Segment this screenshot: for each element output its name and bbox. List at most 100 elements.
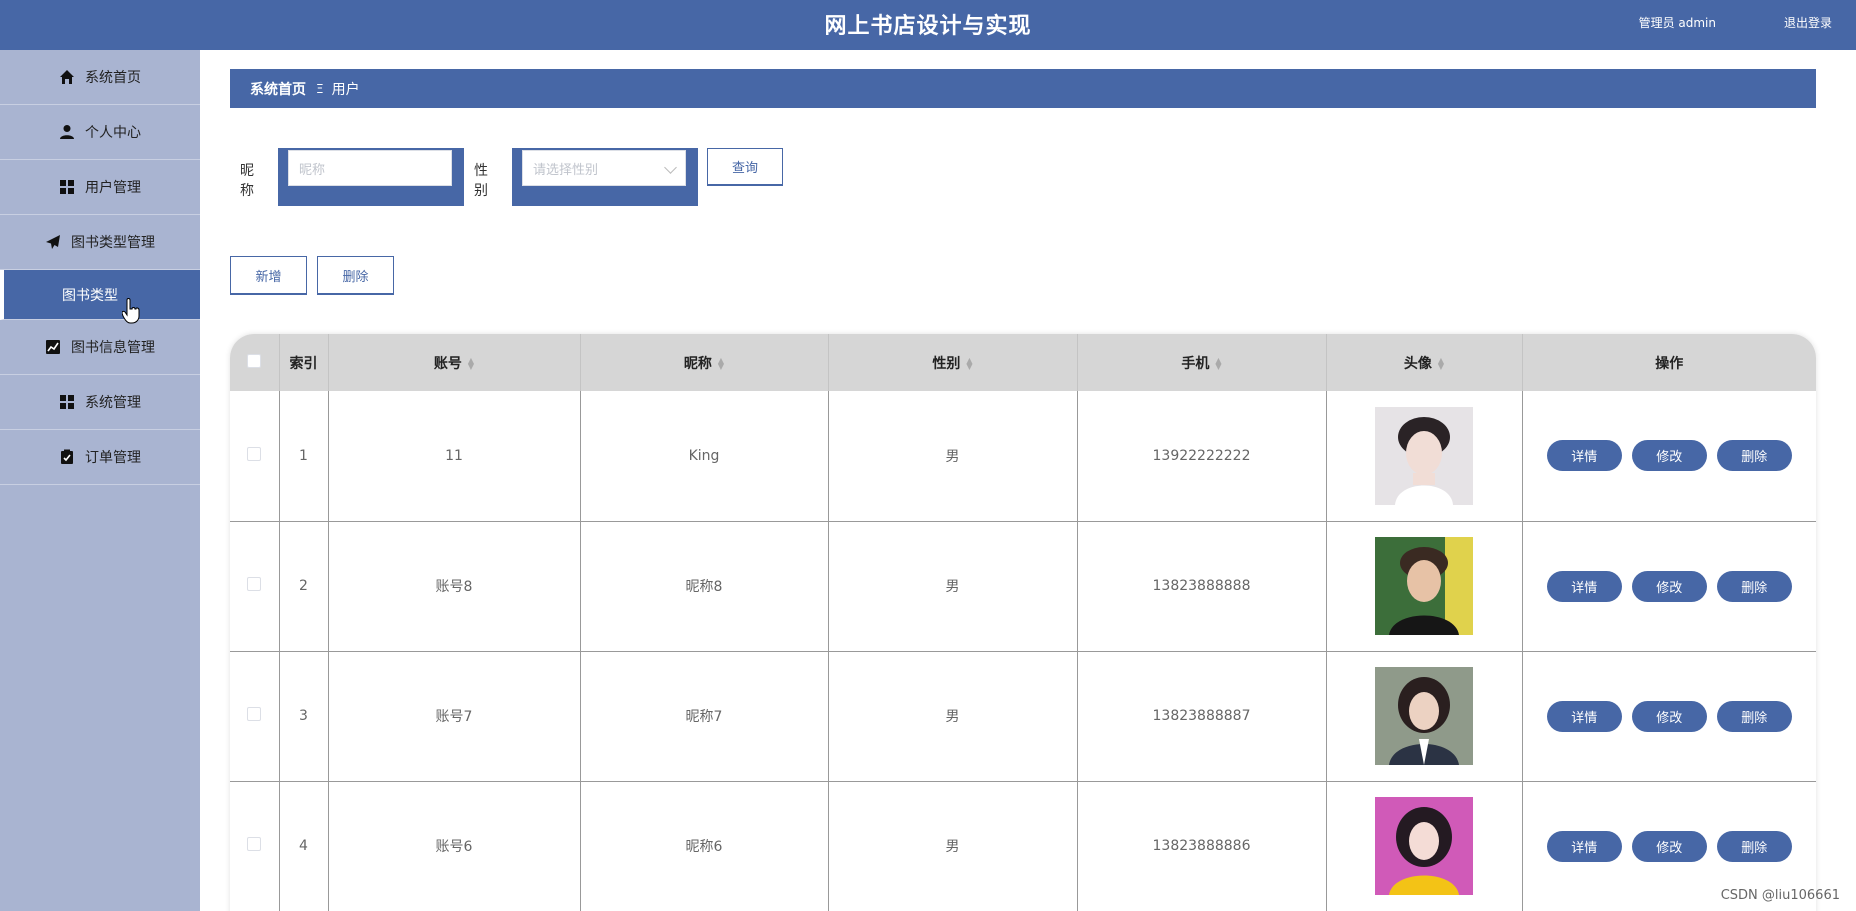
detail-button[interactable]: 详情 bbox=[1546, 570, 1622, 602]
row-checkbox[interactable] bbox=[247, 707, 262, 721]
column-header-avatar[interactable]: 头像 ▲ ▼ bbox=[1326, 334, 1523, 391]
column-header-nickname[interactable]: 昵称 ▲ ▼ bbox=[580, 334, 829, 391]
cell-index: 3 bbox=[279, 651, 329, 782]
cell-phone: 13823888887 bbox=[1077, 651, 1327, 782]
breadcrumb: 系统首页 Ξ 用户 bbox=[230, 69, 1816, 108]
sort-icon[interactable]: ▲ ▼ bbox=[468, 356, 474, 370]
avatar-image bbox=[1375, 667, 1473, 765]
grid-icon bbox=[60, 395, 74, 409]
table-row: 4 账号6 昵称6 男 13823888886 详情 修改 删除 bbox=[230, 781, 1816, 911]
breadcrumb-separator: Ξ bbox=[316, 81, 324, 96]
chart-icon bbox=[46, 340, 60, 354]
cell-index: 1 bbox=[279, 391, 329, 522]
edit-button[interactable]: 修改 bbox=[1631, 830, 1707, 862]
cell-actions: 详情 修改 删除 bbox=[1522, 521, 1816, 652]
cell-nickname: 昵称6 bbox=[580, 781, 829, 911]
detail-button[interactable]: 详情 bbox=[1546, 830, 1622, 862]
select-all-checkbox[interactable] bbox=[247, 353, 262, 368]
clipboard-icon bbox=[61, 449, 73, 464]
delete-button[interactable]: 删除 bbox=[1716, 570, 1792, 602]
nickname-label: 昵称 bbox=[240, 163, 254, 199]
batch-delete-button[interactable]: 删除 bbox=[317, 256, 394, 295]
detail-button[interactable]: 详情 bbox=[1546, 700, 1622, 732]
sidebar-item-book-type[interactable]: 图书类型 bbox=[0, 270, 200, 320]
cell-actions: 详情 修改 删除 bbox=[1522, 391, 1816, 522]
gender-select-placeholder: 请选择性别 bbox=[533, 162, 599, 178]
sidebar: 系统首页 个人中心 用户管理 图书类型管理 图书类型 图书信息管理 系统管理 订… bbox=[0, 50, 200, 911]
table-header-row: 索引 账号 ▲ ▼ 昵称 ▲ ▼ 性别 ▲ ▼ 手机 ▲ ▼ 头像 ▲ ▼ 操作 bbox=[230, 334, 1816, 391]
main-content: 系统首页 Ξ 用户 昵称 昵称 性别 请选择性别 查询 新增 删除 索引 账号 … bbox=[200, 50, 1856, 911]
row-checkbox[interactable] bbox=[247, 837, 262, 851]
cell-gender: 男 bbox=[828, 651, 1078, 782]
breadcrumb-current: 用户 bbox=[331, 81, 360, 98]
table-row: 3 账号7 昵称7 男 13823888887 详情 修改 删除 bbox=[230, 651, 1816, 782]
sort-icon[interactable]: ▲ ▼ bbox=[1215, 356, 1221, 370]
sidebar-item-order-management[interactable]: 订单管理 bbox=[0, 430, 200, 485]
sidebar-item-personal-center[interactable]: 个人中心 bbox=[0, 105, 200, 160]
row-checkbox[interactable] bbox=[247, 577, 262, 591]
edit-button[interactable]: 修改 bbox=[1631, 700, 1707, 732]
table-row: 2 账号8 昵称8 男 13823888888 详情 修改 删除 bbox=[230, 521, 1816, 652]
column-header-index: 索引 bbox=[279, 334, 329, 391]
cell-nickname: 昵称8 bbox=[580, 521, 829, 652]
cell-avatar bbox=[1326, 521, 1523, 652]
edit-button[interactable]: 修改 bbox=[1631, 440, 1707, 472]
sidebar-item-system-management[interactable]: 系统管理 bbox=[0, 375, 200, 430]
delete-button[interactable]: 删除 bbox=[1716, 830, 1792, 862]
user-table: 索引 账号 ▲ ▼ 昵称 ▲ ▼ 性别 ▲ ▼ 手机 ▲ ▼ 头像 ▲ ▼ 操作 1 11 King… bbox=[230, 334, 1816, 911]
sidebar-item-book-type-management[interactable]: 图书类型管理 bbox=[0, 215, 200, 270]
column-header-actions: 操作 bbox=[1522, 334, 1816, 391]
delete-button[interactable]: 删除 bbox=[1716, 700, 1792, 732]
paper-plane-icon bbox=[46, 235, 60, 249]
column-header-label: 手机 bbox=[1181, 355, 1210, 372]
gender-select[interactable]: 请选择性别 bbox=[522, 150, 686, 186]
column-header-label: 昵称 bbox=[683, 355, 712, 372]
add-button[interactable]: 新增 bbox=[230, 256, 307, 295]
sidebar-item-book-info-management[interactable]: 图书信息管理 bbox=[0, 320, 200, 375]
cell-avatar bbox=[1326, 781, 1523, 911]
row-select-cell bbox=[230, 781, 280, 911]
sidebar-item-label: 图书信息管理 bbox=[71, 340, 155, 356]
gender-field-wrapper: 请选择性别 bbox=[512, 148, 698, 206]
column-header-phone[interactable]: 手机 ▲ ▼ bbox=[1077, 334, 1327, 391]
sort-icon[interactable]: ▲ ▼ bbox=[1438, 356, 1444, 370]
sidebar-item-label: 用户管理 bbox=[85, 180, 141, 196]
watermark: CSDN @liu106661 bbox=[1720, 888, 1840, 903]
avatar-image bbox=[1375, 797, 1473, 895]
column-header-gender[interactable]: 性别 ▲ ▼ bbox=[828, 334, 1078, 391]
sidebar-item-label: 系统首页 bbox=[85, 70, 141, 86]
sidebar-item-label: 订单管理 bbox=[85, 450, 141, 466]
cell-account: 11 bbox=[328, 391, 581, 522]
sidebar-item-label: 图书类型 bbox=[62, 287, 118, 304]
sidebar-item-label: 系统管理 bbox=[85, 395, 141, 411]
cell-nickname: 昵称7 bbox=[580, 651, 829, 782]
sidebar-item-user-management[interactable]: 用户管理 bbox=[0, 160, 200, 215]
sort-icon[interactable]: ▲ ▼ bbox=[718, 356, 724, 370]
column-header-label: 性别 bbox=[932, 355, 961, 372]
breadcrumb-home[interactable]: 系统首页 bbox=[250, 79, 306, 99]
table-row: 1 11 King 男 13922222222 详情 修改 删除 bbox=[230, 391, 1816, 522]
sidebar-item-label: 个人中心 bbox=[85, 125, 141, 141]
cell-account: 账号7 bbox=[328, 651, 581, 782]
cell-phone: 13823888886 bbox=[1077, 781, 1327, 911]
cell-gender: 男 bbox=[828, 391, 1078, 522]
top-bar: 网上书店设计与实现 管理员 admin 退出登录 bbox=[0, 0, 1856, 50]
cell-phone: 13922222222 bbox=[1077, 391, 1327, 522]
avatar-image bbox=[1375, 537, 1473, 635]
cell-gender: 男 bbox=[828, 521, 1078, 652]
cell-index: 2 bbox=[279, 521, 329, 652]
edit-button[interactable]: 修改 bbox=[1631, 570, 1707, 602]
delete-button[interactable]: 删除 bbox=[1716, 440, 1792, 472]
logout-link[interactable]: 退出登录 bbox=[1784, 14, 1832, 31]
sort-icon[interactable]: ▲ ▼ bbox=[966, 356, 972, 370]
sidebar-item-home[interactable]: 系统首页 bbox=[0, 50, 200, 105]
cell-avatar bbox=[1326, 651, 1523, 782]
cell-nickname: King bbox=[580, 391, 829, 522]
search-button[interactable]: 查询 bbox=[707, 148, 783, 186]
column-header-account[interactable]: 账号 ▲ ▼ bbox=[328, 334, 581, 391]
person-icon bbox=[60, 125, 74, 139]
sidebar-item-label: 图书类型管理 bbox=[71, 235, 155, 251]
nickname-input[interactable]: 昵称 bbox=[288, 150, 452, 186]
detail-button[interactable]: 详情 bbox=[1546, 440, 1622, 472]
row-checkbox[interactable] bbox=[247, 446, 262, 461]
